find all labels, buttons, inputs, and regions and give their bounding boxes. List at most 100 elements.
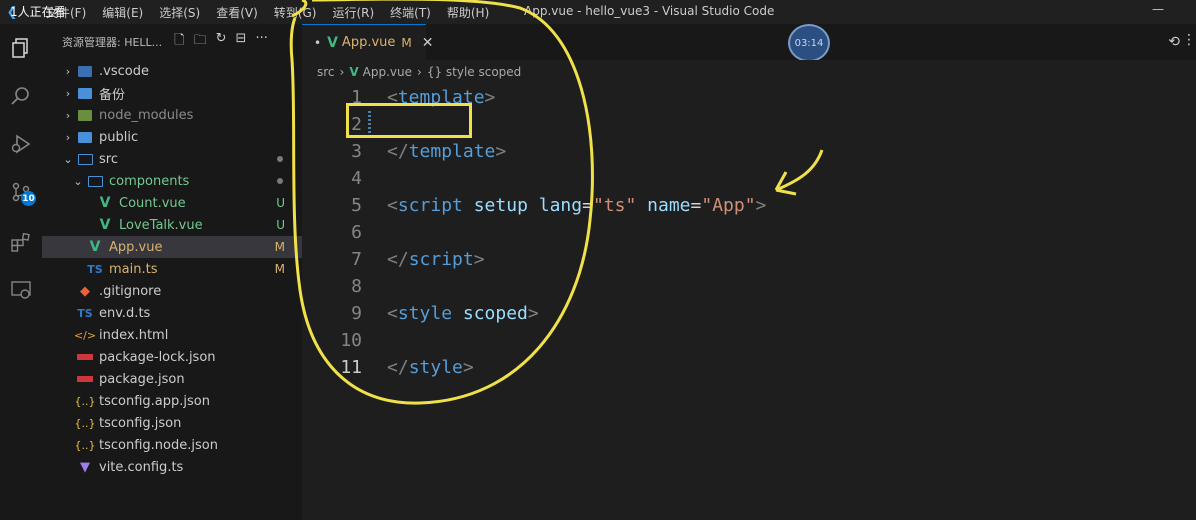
file-tree: › .vscode › 备份 › node_modules › public ⌄ src ⌄ comp… [42, 60, 302, 478]
minimize-button[interactable]: — [1152, 2, 1164, 16]
timeline-icon[interactable]: ⟲ [1168, 34, 1180, 50]
window-title: App.vue - hello_vue3 - Visual Studio Cod… [524, 4, 775, 18]
tab-app-vue[interactable]: • V App.vue M ✕ [302, 24, 433, 60]
code-token: > [495, 141, 507, 162]
file-name: LoveTalk.vue [119, 217, 203, 233]
code-line[interactable]: 6 [302, 219, 1196, 246]
code-token: style [397, 303, 453, 324]
file-name: src [99, 151, 118, 167]
search-icon[interactable] [7, 82, 35, 110]
file-name: node_modules [99, 107, 194, 123]
file-tree-item[interactable]: </> index.html [42, 324, 302, 346]
highlight-box [346, 103, 472, 138]
file-tree-item[interactable]: › .vscode [42, 60, 302, 82]
code-token: setup [473, 195, 528, 216]
file-name: tsconfig.json [99, 415, 182, 431]
file-tree-item[interactable]: TS main.ts M [42, 258, 302, 280]
file-name: 备份 [99, 87, 126, 103]
file-tree-item[interactable]: {..} tsconfig.node.json [42, 434, 302, 456]
breadcrumb-symbol[interactable]: {} style scoped [427, 65, 521, 79]
refresh-icon[interactable]: ↻ [216, 31, 227, 53]
file-name: Count.vue [119, 195, 186, 211]
remote-explorer-icon[interactable] [7, 276, 35, 304]
git-icon: ◆ [80, 283, 90, 299]
menu-item[interactable]: 帮助(H) [447, 4, 489, 21]
more-actions-icon[interactable]: ⋮ [1182, 32, 1196, 48]
file-tree-item[interactable]: V App.vue M [42, 236, 302, 258]
title-bar: ❮ 1人正在看 文件(F) 编辑(E) 选择(S) 查看(V) 转到(G) 运行(R) 终端… [0, 0, 1196, 24]
line-number: 4 [351, 168, 362, 189]
file-tree-item[interactable]: ◆ .gitignore [42, 280, 302, 302]
code-line[interactable]: 4 [302, 165, 1196, 192]
line-number: 5 [351, 195, 362, 216]
folder-open-icon [76, 151, 94, 167]
code-text: </template> [387, 141, 506, 162]
breadcrumb-src[interactable]: src [317, 65, 335, 79]
npm-icon [76, 371, 94, 387]
tab-label: App.vue [341, 35, 396, 50]
line-number: 9 [351, 303, 362, 324]
file-tree-item[interactable]: ▼ vite.config.ts [42, 456, 302, 478]
code-token: style [408, 357, 463, 378]
code-line[interactable]: 7 </script> [302, 246, 1196, 273]
explorer-title: 资源管理器: HELL... [62, 36, 163, 49]
menu-item[interactable]: 选择(S) [159, 4, 200, 21]
menu-item[interactable]: 查看(V) [216, 4, 258, 21]
explorer-icon[interactable] [7, 34, 35, 62]
code-line[interactable]: 11 </style> [302, 354, 1196, 381]
code-editor[interactable]: 1 <template> 2 3 </template> 4 5 <script setup … [302, 84, 1196, 520]
file-name: App.vue [109, 239, 163, 255]
run-debug-icon[interactable] [7, 130, 35, 158]
code-line[interactable]: 9 <style scoped> [302, 300, 1196, 327]
close-icon[interactable]: ✕ [422, 35, 434, 51]
code-line[interactable]: 8 [302, 273, 1196, 300]
new-file-icon[interactable]: 🗋 [174, 31, 184, 53]
more-icon[interactable]: ··· [255, 31, 267, 53]
file-tree-item[interactable]: › node_modules [42, 104, 302, 126]
editor-tabs: • V App.vue M ✕ 03:14 ⟲ ⋮ [302, 24, 1196, 62]
file-tree-item[interactable]: {..} tsconfig.json [42, 412, 302, 434]
extensions-icon[interactable] [7, 228, 35, 256]
file-name: .vscode [99, 63, 149, 79]
collapse-icon[interactable]: ⊟ [236, 31, 247, 53]
code-line[interactable]: 10 [302, 327, 1196, 354]
vue-icon: V [349, 65, 359, 79]
code-token: < [387, 303, 398, 324]
source-control-icon[interactable]: 10 [7, 178, 36, 206]
chevron-right-icon: › [65, 86, 71, 100]
file-name: index.html [99, 327, 169, 343]
code-token: > [462, 357, 474, 378]
file-tree-item[interactable]: package.json [42, 368, 302, 390]
breadcrumb-file[interactable]: App.vue [363, 65, 412, 79]
code-token: < [387, 195, 398, 216]
menu-item[interactable]: 运行(R) [332, 4, 374, 21]
code-line[interactable]: 3 </template> [302, 138, 1196, 165]
chevron-right-icon: › [417, 65, 422, 79]
file-tree-item[interactable]: › public [42, 126, 302, 148]
unsaved-dot: • [314, 35, 322, 50]
folder-icon [76, 85, 94, 101]
code-token: "App" [701, 195, 756, 216]
typescript-icon: TS [77, 306, 93, 320]
menu-bar: 文件(F) 编辑(E) 选择(S) 查看(V) 转到(G) 运行(R) 终端(T) 帮助(H) [38, 4, 497, 21]
vue-icon: V [327, 34, 338, 51]
file-tree-item[interactable]: {..} tsconfig.app.json [42, 390, 302, 412]
file-name: tsconfig.app.json [99, 393, 210, 409]
code-line[interactable]: 5 <script setup lang="ts" name="App"> [302, 192, 1196, 219]
menu-item[interactable]: 转到(G) [274, 4, 317, 21]
node-folder-icon [76, 107, 94, 123]
file-tree-item[interactable]: V LoveTalk.vue U [42, 214, 302, 236]
menu-item[interactable]: 终端(T) [390, 4, 431, 21]
new-folder-icon[interactable]: 🗀 [194, 31, 207, 53]
code-token: </ [387, 357, 409, 378]
file-tree-item[interactable]: ⌄ src [42, 148, 302, 170]
change-dot [277, 178, 283, 184]
file-tree-item[interactable]: ⌄ components [42, 170, 302, 192]
file-tree-item[interactable]: V Count.vue U [42, 192, 302, 214]
menu-item[interactable]: 编辑(E) [102, 4, 143, 21]
file-tree-item[interactable]: TS env.d.ts [42, 302, 302, 324]
file-tree-item[interactable]: › 备份 [42, 82, 302, 104]
file-tree-item[interactable]: package-lock.json [42, 346, 302, 368]
